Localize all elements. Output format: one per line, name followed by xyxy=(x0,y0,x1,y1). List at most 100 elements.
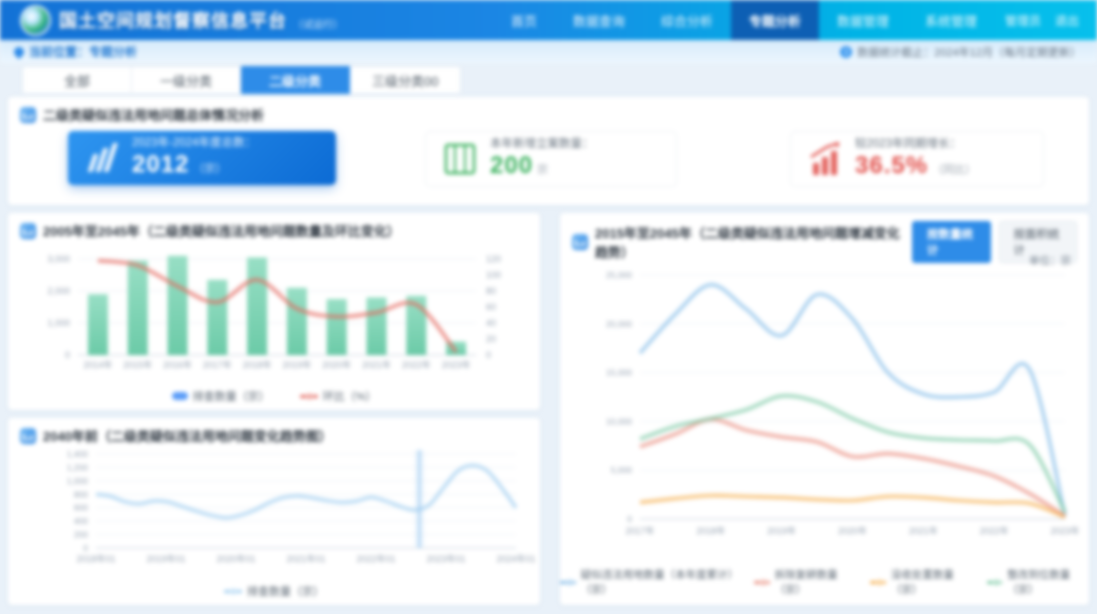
svg-text:0: 0 xyxy=(486,350,491,360)
app-title: 国土空间规划督察信息平台 xyxy=(59,7,287,33)
svg-text:2019年01: 2019年01 xyxy=(146,553,185,564)
section-chart-icon xyxy=(20,223,36,239)
svg-text:1,200: 1,200 xyxy=(67,462,89,472)
svg-text:2023年01: 2023年01 xyxy=(426,553,465,564)
legend-item[interactable]: 整改到位数量（宗） xyxy=(987,567,1089,597)
legend-label: 排查数量（宗） xyxy=(247,583,324,599)
svg-text:40: 40 xyxy=(486,318,496,328)
bar-line-chart-canvas[interactable]: 3,0002,0001,00001201008060402002014年2015… xyxy=(8,239,540,381)
chart-legend: 排查数量（宗） xyxy=(8,583,540,599)
stat-unit: （宗） xyxy=(193,163,226,175)
data-notice: i 数据统计截止：2024年12月（每月定期更新） xyxy=(840,44,1081,60)
legend-item[interactable]: 没收处置数量（宗） xyxy=(870,567,972,597)
multiline-chart-panel: 2015年至2045年（二级类疑似违法用地问题增减变化趋势） 按数量统计按面积统… xyxy=(560,213,1089,605)
legend-item[interactable]: 环比（%） xyxy=(300,388,377,404)
svg-text:3,000: 3,000 xyxy=(47,254,70,264)
section-chart-icon xyxy=(20,428,36,444)
svg-text:1,000: 1,000 xyxy=(47,318,70,328)
breadcrumb-text: 当前位置：专题分析 xyxy=(29,43,137,60)
svg-text:2019年: 2019年 xyxy=(282,359,311,370)
stat-card-total: 2023年-2024年度总数： 2012（宗） xyxy=(68,131,336,185)
legend-label: 拆除复耕数量（宗） xyxy=(775,567,857,597)
svg-text:0: 0 xyxy=(83,543,88,553)
svg-text:80: 80 xyxy=(486,286,496,296)
legend-marker-icon xyxy=(870,581,886,584)
svg-text:2017年: 2017年 xyxy=(203,359,232,370)
svg-text:400: 400 xyxy=(74,516,88,526)
legend-label: 整改到位数量（宗） xyxy=(1007,567,1089,597)
nav-user-area: 管理员 退出 xyxy=(995,12,1097,29)
svg-text:2024年01: 2024年01 xyxy=(496,553,535,564)
tab-全部[interactable]: 全部 xyxy=(22,66,132,94)
tab-三级分类00[interactable]: 三级分类00 xyxy=(350,66,461,94)
tab-一级分类[interactable]: 一级分类 xyxy=(132,66,241,94)
svg-text:2015年: 2015年 xyxy=(123,359,152,370)
nav-item-数据管理[interactable]: 数据管理 xyxy=(819,0,907,40)
svg-text:2019年: 2019年 xyxy=(767,525,796,536)
growth-chart-icon xyxy=(805,141,845,177)
overview-title: 二级类疑似违法用地问题总体情况分析 xyxy=(43,105,264,124)
stat-unit: （同比） xyxy=(932,164,976,176)
nav-username[interactable]: 管理员 xyxy=(1005,12,1041,29)
nav-item-系统管理[interactable]: 系统管理 xyxy=(907,0,995,40)
svg-text:2020年01: 2020年01 xyxy=(216,553,255,564)
stat-value: 200 xyxy=(490,152,533,179)
legend-marker-icon xyxy=(987,581,1003,584)
svg-text:2023年: 2023年 xyxy=(1050,525,1079,536)
sub-header: 当前位置：专题分析 i 数据统计截止：2024年12月（每月定期更新） xyxy=(0,40,1097,63)
legend-item[interactable]: 拆除复耕数量（宗） xyxy=(754,567,856,597)
svg-text:5,000: 5,000 xyxy=(611,465,633,475)
svg-text:25,000: 25,000 xyxy=(606,270,632,280)
panelA-title: 2005年至2045年（二级类疑似违法用地问题数量及环比变化） xyxy=(43,221,400,240)
stat-label: 较2023年同期增长： xyxy=(855,137,976,151)
svg-text:200: 200 xyxy=(74,530,88,540)
nav-item-综合分析[interactable]: 综合分析 xyxy=(643,0,731,40)
bar-line-chart-panel: 2005年至2045年（二级类疑似违法用地问题数量及环比变化） 3,000 2,0… xyxy=(8,213,540,410)
tab-二级分类[interactable]: 二级分类 xyxy=(241,66,350,94)
legend-marker-icon xyxy=(224,590,242,593)
overview-panel: 二级类疑似违法用地问题总体情况分析 2023年-2024年度总数： 2012（宗… xyxy=(8,97,1089,205)
svg-text:120: 120 xyxy=(486,254,501,264)
svg-text:1,400: 1,400 xyxy=(67,449,89,459)
nav-logout-button[interactable]: 退出 xyxy=(1055,12,1079,29)
stat-card-new: 本年新增立案数量： 200宗 xyxy=(425,131,677,187)
legend-marker-icon xyxy=(560,581,576,584)
svg-text:2020年: 2020年 xyxy=(838,525,867,536)
top-navbar: 国土空间规划督察信息平台 （试运行） 首页数据查询综合分析专题分析数据管理系统管… xyxy=(0,0,1097,40)
dashboard-page: 国土空间规划督察信息平台 （试运行） 首页数据查询综合分析专题分析数据管理系统管… xyxy=(0,0,1097,614)
svg-text:10,000: 10,000 xyxy=(606,416,632,426)
nav-item-数据查询[interactable]: 数据查询 xyxy=(555,0,643,40)
svg-text:800: 800 xyxy=(74,489,88,499)
legend-item[interactable]: 排查数量（宗） xyxy=(172,388,270,404)
legend-marker-icon xyxy=(754,581,770,584)
svg-text:20: 20 xyxy=(486,334,496,344)
svg-text:2018年: 2018年 xyxy=(696,525,725,536)
trend-line-chart-panel: 2040年前（二级类疑似违法用地问题变化趋势图） 1,4001,2001,000… xyxy=(8,418,540,605)
svg-text:600: 600 xyxy=(74,503,88,513)
legend-label: 没收处置数量（宗） xyxy=(891,567,973,597)
svg-text:2,000: 2,000 xyxy=(47,286,70,296)
section-chart-icon xyxy=(20,107,36,123)
location-pin-icon xyxy=(12,44,26,58)
svg-text:100: 100 xyxy=(486,270,501,280)
multiline-chart-canvas[interactable]: 25,00020,00015,00010,0005,00002017年2018年… xyxy=(560,247,1089,572)
trend-line-chart-canvas[interactable]: 1,4001,2001,00080060040020002018年012019年… xyxy=(8,444,540,578)
svg-text:2022年: 2022年 xyxy=(402,359,431,370)
nav-item-专题分析[interactable]: 专题分析 xyxy=(731,0,819,40)
legend-label: 疑似违法用地数量（本年度累计）（宗） xyxy=(581,567,740,597)
svg-text:2022年: 2022年 xyxy=(980,525,1009,536)
svg-text:2016年: 2016年 xyxy=(163,359,192,370)
nav-item-首页[interactable]: 首页 xyxy=(493,0,555,40)
legend-item[interactable]: 疑似违法用地数量（本年度累计）（宗） xyxy=(560,567,740,597)
legend-label: 环比（%） xyxy=(323,388,377,404)
legend-label: 排查数量（宗） xyxy=(193,388,270,404)
ledger-icon xyxy=(440,141,480,177)
stat-label: 本年新增立案数量： xyxy=(490,137,594,151)
app-subtitle: （试运行） xyxy=(293,16,343,31)
notice-text: 数据统计截止：2024年12月（每月定期更新） xyxy=(857,44,1081,60)
svg-text:2023年: 2023年 xyxy=(442,359,471,370)
svg-text:2017年: 2017年 xyxy=(625,525,654,536)
stat-value: 2012 xyxy=(132,151,189,178)
svg-text:15,000: 15,000 xyxy=(606,368,632,378)
legend-item[interactable]: 排查数量（宗） xyxy=(224,583,324,599)
